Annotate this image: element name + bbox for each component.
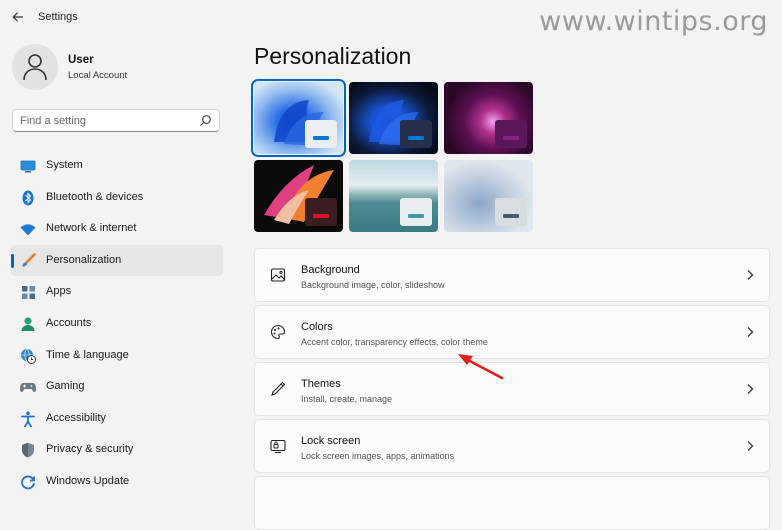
theme-windows-dark[interactable]	[349, 82, 438, 154]
search-box	[12, 109, 220, 132]
accent-bar	[408, 136, 424, 140]
theme-window-swatch	[400, 198, 432, 226]
palette-icon	[270, 324, 286, 340]
nav-item-windows-update[interactable]: Windows Update	[11, 466, 223, 498]
card-subtitle: Install, create, manage	[301, 394, 393, 404]
nav-label-apps: Apps	[46, 285, 72, 298]
chevron-right-icon	[747, 384, 754, 394]
nav-item-privacy-security[interactable]: Privacy & security	[11, 434, 223, 466]
card-title: Themes	[301, 378, 341, 390]
lock-screen-icon	[270, 439, 286, 454]
brush-icon	[20, 252, 36, 269]
nav-label-accessibility: Accessibility	[46, 411, 106, 424]
theme-captured-motion[interactable]	[254, 160, 343, 232]
account-type: Local Account	[68, 70, 128, 81]
back-button[interactable]	[10, 9, 26, 25]
pen-icon	[271, 381, 286, 396]
accessibility-icon	[20, 411, 36, 427]
accent-bar	[313, 136, 329, 140]
background-setting[interactable]: Background Background image, color, slid…	[254, 248, 770, 302]
globe-clock-icon	[20, 348, 36, 364]
nav-item-gaming[interactable]: Gaming	[11, 371, 223, 403]
nav-list: System Bluetooth & devices Network & int…	[11, 150, 223, 498]
accent-bar	[503, 136, 519, 140]
nav-item-network[interactable]: Network & internet	[11, 213, 223, 245]
watermark: www.wintips.org	[539, 6, 768, 37]
nav-item-bluetooth[interactable]: Bluetooth & devices	[11, 182, 223, 214]
wifi-icon	[20, 221, 36, 237]
accent-bar	[408, 214, 424, 218]
apps-icon	[20, 284, 36, 300]
theme-window-swatch	[305, 198, 337, 226]
lock-screen-setting[interactable]: Lock screen Lock screen images, apps, an…	[254, 419, 770, 473]
card-subtitle: Accent color, transparency effects, colo…	[301, 337, 488, 347]
theme-sunrise[interactable]	[349, 160, 438, 232]
chevron-right-icon	[747, 327, 754, 337]
window-title: Settings	[38, 11, 78, 23]
card-title: Background	[301, 264, 360, 276]
theme-glow[interactable]	[444, 82, 533, 154]
themes-setting[interactable]: Themes Install, create, manage	[254, 362, 770, 416]
theme-window-swatch	[495, 198, 527, 226]
colors-setting[interactable]: Colors Accent color, transparency effect…	[254, 305, 770, 359]
theme-gallery	[251, 79, 536, 234]
nav-label-privacy-security: Privacy & security	[46, 443, 134, 456]
gamepad-icon	[20, 379, 36, 395]
bluetooth-icon	[20, 190, 36, 206]
theme-windows-light[interactable]	[251, 79, 346, 157]
theme-window-swatch	[400, 120, 432, 148]
nav-item-personalization[interactable]: Personalization	[11, 244, 223, 277]
page-title: Personalization	[254, 43, 412, 69]
shield-icon	[20, 442, 36, 458]
monitor-icon	[20, 158, 36, 174]
avatar[interactable]	[12, 44, 58, 90]
main-content: Personalization Background Background im	[234, 34, 782, 530]
theme-window-swatch	[495, 120, 527, 148]
chevron-right-icon	[747, 441, 754, 451]
nav-label-accounts: Accounts	[46, 316, 92, 329]
nav-label-bluetooth: Bluetooth & devices	[46, 190, 144, 203]
accent-bar	[313, 214, 329, 218]
image-icon	[270, 268, 286, 282]
card-subtitle: Background image, color, slideshow	[301, 280, 445, 290]
search-icon[interactable]	[199, 114, 212, 127]
card-title: Colors	[301, 321, 333, 333]
theme-flow[interactable]	[444, 160, 533, 232]
nav-item-system[interactable]: System	[11, 150, 223, 182]
update-icon	[20, 474, 36, 490]
chevron-right-icon	[747, 270, 754, 280]
accent-bar	[503, 214, 519, 218]
nav-label-windows-update: Windows Update	[46, 474, 130, 487]
person-avatar-icon	[23, 54, 47, 81]
sidebar: User Local Account System Bluetooth & de…	[0, 34, 234, 490]
nav-item-accounts[interactable]: Accounts	[11, 308, 223, 340]
nav-label-network: Network & internet	[46, 222, 137, 235]
nav-label-gaming: Gaming	[46, 380, 85, 393]
back-arrow-icon	[12, 12, 23, 22]
nav-item-apps[interactable]: Apps	[11, 276, 223, 308]
card-title: Lock screen	[301, 435, 361, 447]
search-input[interactable]	[20, 113, 200, 128]
theme-window-swatch	[305, 120, 337, 148]
card-subtitle: Lock screen images, apps, animations	[301, 451, 455, 461]
nav-label-system: System	[46, 159, 83, 171]
nav-label-personalization: Personalization	[46, 253, 122, 266]
nav-item-time-language[interactable]: Time & language	[11, 340, 223, 372]
nav-item-accessibility[interactable]: Accessibility	[11, 403, 223, 435]
person-icon	[20, 316, 36, 332]
user-name: User	[68, 54, 94, 66]
next-setting-partial[interactable]	[254, 476, 770, 530]
title-bar: Settings www.wintips.org	[0, 0, 782, 37]
nav-label-time-language: Time & language	[46, 348, 129, 361]
